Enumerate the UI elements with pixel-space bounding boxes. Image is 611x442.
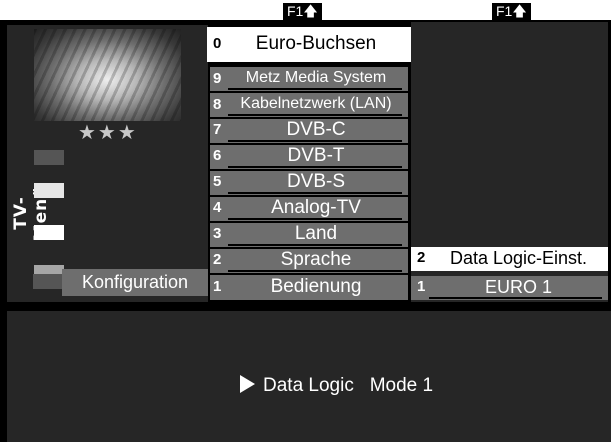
main-menu-list: 0 Euro-Buchsen 9 Metz Media System 8 Kab… [207,27,411,300]
menu-level-block [34,183,64,198]
play-arrow-icon [240,375,255,393]
menu-item-number: 8 [213,96,222,113]
menu-item-analog-tv[interactable]: 4 Analog-TV [210,197,408,221]
f1-indicator-left[interactable]: F1🡅 [283,3,322,20]
tv-menu-title: TV-Menü [11,184,51,242]
menu-item-underline [228,114,402,116]
menu-item-number: 7 [213,121,222,138]
menu-item-number: 1 [213,278,222,295]
menu-item-label: Land [294,223,338,244]
menu-item-land[interactable]: 3 Land [210,223,408,247]
menu-item-underline [228,192,402,194]
f1-right-label: F1 [496,3,513,19]
submenu-item-euro-1[interactable]: 1 EURO 1 [411,276,608,300]
menu-item-label: Euro-Buchsen [255,33,377,54]
menu-item-number: 9 [213,70,222,87]
f1-left-label: F1 [287,3,304,19]
config-label: Konfiguration [62,269,208,296]
menu-item-kabelnetzwerk[interactable]: 8 Kabelnetzwerk (LAN) [210,93,408,117]
menu-item-euro-buchsen[interactable]: 0 Euro-Buchsen [207,27,411,62]
menu-item-sprache[interactable]: 2 Sprache [210,249,408,273]
up-arrow-icon: 🡅 [512,3,527,19]
menu-item-underline [228,166,402,168]
menu-level-block-active [34,225,64,240]
menu-item-underline [228,218,402,220]
tv-screen: F1🡅 F1🡅 ★★★ TV-Menü Konfiguration 0 Euro… [0,0,611,442]
submenu-item-underline [429,297,602,299]
menu-item-underline [228,88,402,90]
menu-item-number: 6 [213,147,222,164]
f1-indicator-right[interactable]: F1🡅 [492,3,531,20]
menu-item-dvb-c[interactable]: 7 DVB-C [210,119,408,143]
menu-item-label: Bedienung [270,276,362,297]
menu-item-label: Metz Media System [245,69,387,86]
menu-item-number: 4 [213,199,222,216]
menu-level-block [33,274,63,289]
menu-item-bedienung[interactable]: 1 Bedienung [210,275,408,300]
menu-level-block [34,150,64,165]
menu-item-dvb-t[interactable]: 6 DVB-T [210,145,408,169]
menu-item-label: Sprache [280,249,352,270]
menu-item-number: 0 [213,35,222,52]
menu-item-number: 5 [213,173,222,190]
submenu-item-data-logic-einst[interactable]: 2 Data Logic-Einst. [411,247,608,271]
submenu-item-number: 2 [417,249,426,266]
rating-stars: ★★★ [78,120,138,144]
status-label: Data Logic [263,375,354,396]
menu-item-dvb-s[interactable]: 5 DVB-S [210,171,408,195]
submenu-item-number: 1 [417,278,426,295]
menu-item-underline [228,270,402,272]
up-arrow-icon: 🡅 [303,3,318,19]
menu-item-label: DVB-T [287,145,345,166]
submenu-item-label: Data Logic-Einst. [449,248,588,268]
menu-item-label: Kabelnetzwerk (LAN) [240,95,392,112]
menu-item-underline [228,244,402,246]
menu-item-label: DVB-S [286,171,346,192]
menu-item-number: 2 [213,251,222,268]
status-line: Data Logic Mode 1 [240,375,433,397]
menu-item-label: Analog-TV [271,197,361,218]
program-thumbnail-image [34,29,181,121]
menu-item-metz-media-system[interactable]: 9 Metz Media System [210,67,408,91]
menu-item-number: 3 [213,225,222,242]
submenu-item-label: EURO 1 [484,277,553,297]
menu-item-underline [228,140,402,142]
status-value: Mode 1 [369,375,434,396]
menu-item-label: DVB-C [286,119,346,140]
tiger-image-texture [34,29,181,121]
